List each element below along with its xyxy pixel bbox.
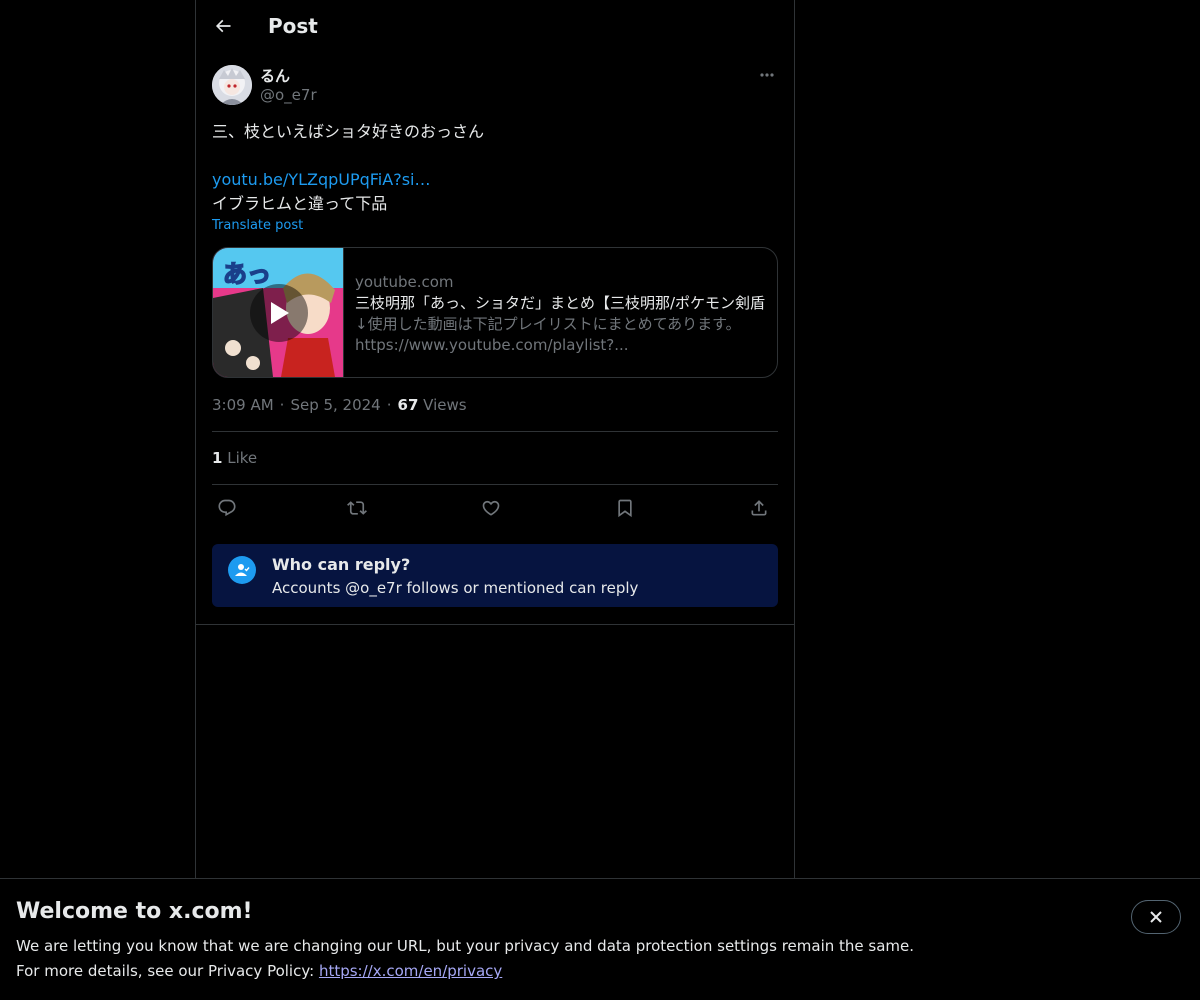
reply-restriction-title: Who can reply?: [272, 555, 411, 574]
divider: [212, 484, 778, 485]
close-banner-button[interactable]: [1131, 900, 1181, 934]
divider: [212, 431, 778, 432]
action-bar: [212, 492, 778, 524]
post-link[interactable]: youtu.be/YLZqpUPqFiA?si…: [212, 170, 430, 189]
link-preview-card[interactable]: あっ youtube.com 三枝明那「あっ、ショタだ」まとめ【三枝明那/ポケモ…: [212, 247, 778, 378]
like-count: 1: [212, 449, 223, 467]
reply-icon: [218, 499, 236, 517]
post-time[interactable]: 3:09 AM: [212, 396, 274, 414]
post-link-line: youtu.be/YLZqpUPqFiA?si…: [212, 168, 778, 192]
banner-title: Welcome to x.com!: [16, 899, 253, 924]
avatar[interactable]: [212, 65, 252, 105]
post-line: 三、枝といえばショタ好きのおっさん: [212, 122, 485, 141]
card-description: ↓使用した動画は下記プレイリストにまとめてあります。 https://www.y…: [355, 314, 769, 356]
heart-icon: [482, 500, 500, 516]
post-line-empty: [212, 144, 778, 168]
post-column: Post るん @o_e7r 三、枝といえばショタ好きのおっさん youtu.b…: [195, 0, 795, 878]
share-icon: [751, 500, 767, 516]
post-line: イブラヒムと違って下品: [212, 194, 388, 213]
reply-restriction-notice: Who can reply? Accounts @o_e7r follows o…: [212, 544, 778, 607]
card-description-line: ↓使用した動画は下記プレイリストにまとめてあります。: [355, 315, 741, 333]
reply-restriction-subtitle: Accounts @o_e7r follows or mentioned can…: [272, 579, 639, 597]
banner-privacy-prefix: For more details, see our Privacy Policy…: [16, 962, 319, 980]
repost-icon: [347, 501, 367, 515]
views-count: 67: [397, 396, 419, 414]
svg-text:あっ: あっ: [223, 260, 271, 288]
bookmark-button[interactable]: [609, 492, 641, 524]
arrow-left-icon: [215, 19, 231, 33]
play-button[interactable]: [250, 284, 308, 342]
divider: [196, 624, 794, 625]
top-bar: Post: [196, 0, 794, 53]
more-icon: [760, 73, 774, 77]
privacy-policy-link[interactable]: https://x.com/en/privacy: [319, 962, 502, 980]
close-icon: [1150, 911, 1162, 923]
views-label: Views: [423, 396, 467, 414]
author-handle[interactable]: @o_e7r: [260, 86, 317, 104]
banner-message: We are letting you know that we are chan…: [16, 937, 915, 955]
post-text: 三、枝といえばショタ好きのおっさん youtu.be/YLZqpUPqFiA?s…: [212, 120, 778, 216]
post-meta: 3:09 AM · Sep 5, 2024 · 67 Views: [212, 396, 467, 414]
play-icon: [271, 302, 289, 324]
post-header: るん @o_e7r: [212, 64, 778, 108]
share-button[interactable]: [743, 492, 775, 524]
avatar-image: [212, 65, 252, 105]
like-label: Like: [227, 449, 258, 467]
video-thumbnail[interactable]: あっ: [213, 248, 344, 377]
card-description-line: https://www.youtube.com/playlist?...: [355, 336, 629, 354]
welcome-banner: Welcome to x.com! We are letting you kno…: [0, 878, 1200, 1000]
like-button[interactable]: [475, 492, 507, 524]
more-options-button[interactable]: [756, 64, 778, 86]
person-check-icon: [228, 556, 256, 584]
page-title: Post: [268, 14, 318, 38]
reply-button[interactable]: [211, 492, 243, 524]
post-date[interactable]: Sep 5, 2024: [290, 396, 380, 414]
translate-post-link[interactable]: Translate post: [212, 218, 303, 233]
bookmark-icon: [618, 499, 632, 518]
card-text: youtube.com 三枝明那「あっ、ショタだ」まとめ【三枝明那/ポケモン剣盾…: [355, 272, 769, 356]
banner-privacy-line: For more details, see our Privacy Policy…: [16, 962, 502, 980]
repost-button[interactable]: [341, 492, 373, 524]
card-domain: youtube.com: [355, 273, 454, 291]
card-title: 三枝明那「あっ、ショタだ」まとめ【三枝明那/ポケモン剣盾: [355, 294, 766, 312]
likes-summary[interactable]: 1 Like: [212, 449, 257, 467]
author-name[interactable]: るん: [260, 65, 290, 86]
back-button[interactable]: [206, 9, 240, 43]
